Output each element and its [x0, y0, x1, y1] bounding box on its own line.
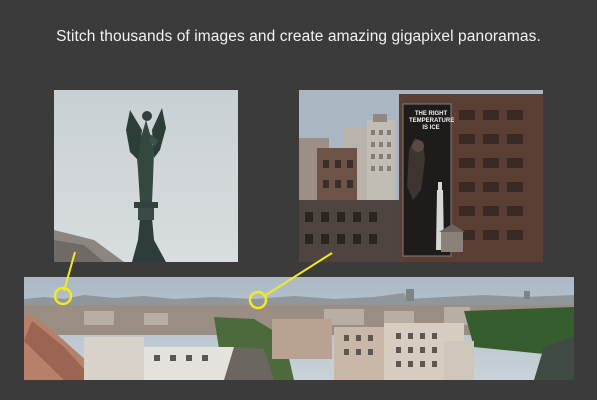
slide: Stitch thousands of images and create am… — [0, 0, 597, 400]
angel-statue-detail-photo — [54, 90, 238, 262]
gigapixel-panorama-photo — [24, 277, 574, 380]
billboard-line-1: THE RIGHT — [414, 111, 448, 117]
billboard-line-2: TEMPERATURE — [409, 118, 455, 124]
billboard-text: THE RIGHT TEMPERATURE IS ICE — [409, 111, 455, 132]
billboard-line-3: IS ICE — [422, 125, 440, 131]
headline: Stitch thousands of images and create am… — [56, 28, 541, 45]
